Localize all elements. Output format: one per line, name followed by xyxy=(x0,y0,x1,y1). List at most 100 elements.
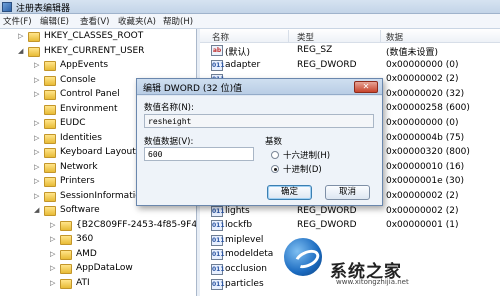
value-data: 0x00000258 (600) xyxy=(386,103,470,114)
tree-item-label: Printers xyxy=(60,176,95,186)
value-data: 0x00000010 (16) xyxy=(386,161,465,172)
value-data: 0x00000000 (0) xyxy=(386,59,459,70)
folder-icon xyxy=(28,46,40,57)
value-type: REG_DWORD xyxy=(297,205,357,216)
value-name: modeldeta xyxy=(225,249,274,260)
expand-arrow-icon[interactable]: ▷ xyxy=(18,32,26,40)
menu-file[interactable]: 文件(F) xyxy=(3,15,32,27)
expand-arrow-icon[interactable]: ▷ xyxy=(34,134,42,142)
value-row[interactable]: ab (默认) REG_SZ (数值未设置) xyxy=(200,44,500,58)
binary-value-icon: 011 xyxy=(211,234,225,246)
tree-item[interactable]: ▷ {B2C809FF-2453-4f85-9F40-2... xyxy=(0,219,197,234)
collapse-arrow-icon[interactable]: ◢ xyxy=(34,206,42,214)
folder-icon xyxy=(44,61,56,71)
menu-favorites[interactable]: 收藏夹(A) xyxy=(118,15,156,27)
value-data: (数值未设置) xyxy=(386,48,439,58)
tree-item[interactable]: ▷ AMD xyxy=(0,249,196,263)
tree-item-label: 360 xyxy=(76,234,94,244)
window-titlebar: 注册表编辑器 xyxy=(0,0,500,14)
value-row[interactable]: 011 lights REG_DWORD 0x00000002 (2) xyxy=(200,205,500,219)
folder-icon xyxy=(44,191,56,202)
close-icon[interactable]: ✕ xyxy=(354,81,378,93)
menu-edit[interactable]: 编辑(E) xyxy=(40,15,69,27)
column-data[interactable]: 数据 xyxy=(386,31,403,43)
folder-icon xyxy=(44,104,56,115)
expand-arrow-icon[interactable]: ▷ xyxy=(34,61,42,69)
value-name: lockfb xyxy=(225,220,253,231)
column-name[interactable]: 名称 xyxy=(212,31,229,43)
binary-value-icon: 011 xyxy=(211,59,225,71)
value-name: particles xyxy=(225,278,264,289)
expand-arrow-icon[interactable]: ▷ xyxy=(34,177,42,185)
tree-item[interactable]: ◢ HKEY_CURRENT_USER xyxy=(0,46,196,60)
value-name: lights xyxy=(225,205,250,216)
tree-item-label: SessionInformation xyxy=(60,190,147,201)
dec-radio-label[interactable]: 十进制(D) xyxy=(283,163,322,175)
watermark: 系统之家 www.xitongzhijia.net xyxy=(272,227,500,296)
hex-radio-label[interactable]: 十六进制(H) xyxy=(283,149,330,161)
expand-arrow-icon[interactable]: ▷ xyxy=(34,148,42,156)
value-data: 0x0000001e (30) xyxy=(386,176,465,187)
value-name: occlusion xyxy=(225,264,268,274)
value-data-input[interactable]: 600 xyxy=(144,147,254,161)
expand-arrow-icon[interactable]: ▷ xyxy=(50,221,58,229)
binary-value-icon: 011 xyxy=(211,278,225,290)
column-divider[interactable] xyxy=(288,30,289,42)
folder-icon xyxy=(44,90,56,100)
expand-arrow-icon[interactable]: ▷ xyxy=(34,76,42,84)
column-divider[interactable] xyxy=(380,30,381,42)
folder-icon xyxy=(44,75,56,86)
value-data: 0x00000020 (32) xyxy=(386,88,465,99)
dec-radio[interactable] xyxy=(271,165,279,173)
tree-item-label: EUDC xyxy=(60,118,86,128)
expand-arrow-icon[interactable]: ▷ xyxy=(50,279,58,287)
tree-item-label: {B2C809FF-2453-4f85-9F40-2... xyxy=(76,219,197,230)
tree-item[interactable]: ▷ AppDataLow xyxy=(0,263,196,277)
hex-radio[interactable] xyxy=(271,151,279,159)
tree-item[interactable]: ▷ ATI xyxy=(0,278,196,292)
xitongzhijia-logo-icon xyxy=(282,236,324,278)
value-row[interactable]: 011 adapter REG_DWORD 0x00000000 (0) xyxy=(200,59,500,73)
expand-arrow-icon[interactable]: ▷ xyxy=(34,119,42,127)
menu-help[interactable]: 帮助(H) xyxy=(163,15,193,27)
folder-icon xyxy=(44,162,56,173)
menu-bar: 文件(F) 编辑(E) 查看(V) 收藏夹(A) 帮助(H) xyxy=(0,14,500,29)
expand-arrow-icon[interactable]: ▷ xyxy=(34,90,42,98)
value-data: 0x00000000 (0) xyxy=(386,118,459,128)
folder-icon xyxy=(44,177,56,187)
folder-icon xyxy=(28,32,40,42)
column-type[interactable]: 类型 xyxy=(297,31,314,43)
expand-arrow-icon[interactable]: ▷ xyxy=(50,250,58,258)
tree-item-label: HKEY_CLASSES_ROOT xyxy=(44,31,144,41)
tree-item[interactable]: ▷ AppEvents xyxy=(0,60,196,74)
expand-arrow-icon[interactable]: ▷ xyxy=(50,264,58,272)
tree-item[interactable]: ▷ 360 xyxy=(0,234,196,248)
folder-icon xyxy=(60,278,72,289)
tree-item[interactable]: ▷ HKEY_CLASSES_ROOT xyxy=(0,31,196,45)
watermark-url: www.xitongzhijia.net xyxy=(336,278,409,286)
tree-item-label: Console xyxy=(60,74,96,85)
value-data: 0x00000320 (800) xyxy=(386,147,470,158)
ok-button[interactable]: 确定 xyxy=(267,185,312,200)
tree-item-label: Environment xyxy=(60,103,118,114)
tree-item-label: Software xyxy=(60,205,100,215)
value-type: REG_DWORD xyxy=(297,59,357,70)
tree-item[interactable]: ◢ Software xyxy=(0,205,196,219)
string-value-icon: ab xyxy=(211,45,223,56)
cancel-button[interactable]: 取消 xyxy=(325,185,370,200)
list-header: 名称 类型 数据 xyxy=(200,29,500,43)
folder-icon xyxy=(44,119,56,129)
value-name: (默认) xyxy=(225,48,251,58)
dialog-title: 编辑 DWORD (32 位)值 xyxy=(143,84,243,94)
collapse-arrow-icon[interactable]: ◢ xyxy=(18,47,26,55)
value-name: miplevel xyxy=(225,234,264,245)
expand-arrow-icon[interactable]: ▷ xyxy=(34,192,42,200)
dialog-titlebar[interactable]: 编辑 DWORD (32 位)值 ✕ xyxy=(137,79,382,95)
folder-icon xyxy=(44,148,56,158)
menu-view[interactable]: 查看(V) xyxy=(80,15,109,27)
value-data-label: 数值数据(V): xyxy=(144,137,194,147)
value-name-field[interactable]: resheight xyxy=(144,114,374,128)
tree-item-label: Identities xyxy=(60,132,102,143)
expand-arrow-icon[interactable]: ▷ xyxy=(50,235,58,243)
expand-arrow-icon[interactable]: ▷ xyxy=(34,163,42,171)
